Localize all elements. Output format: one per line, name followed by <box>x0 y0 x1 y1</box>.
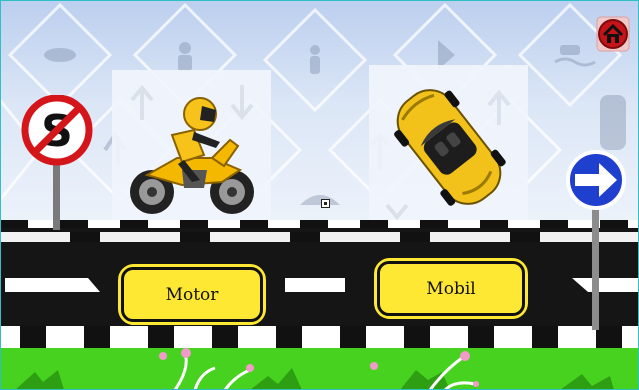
no-stopping-sign: S <box>20 94 98 230</box>
car-picture <box>385 89 511 221</box>
car-card[interactable] <box>369 65 528 228</box>
motorbike-picture <box>130 84 254 214</box>
mobil-choice-button[interactable]: Mobil <box>374 258 528 319</box>
game-scene: Motor Mobil <box>0 0 639 390</box>
grass-strip <box>0 348 639 390</box>
home-button[interactable] <box>596 16 630 52</box>
motor-label: Motor <box>121 267 263 322</box>
mobil-label: Mobil <box>377 261 525 316</box>
right-arrow-sign <box>555 150 637 330</box>
motor-choice-button[interactable]: Motor <box>118 264 266 325</box>
home-icon <box>596 16 630 52</box>
road <box>0 220 639 355</box>
motorbike-card[interactable] <box>112 70 271 228</box>
mouse-cursor <box>321 199 330 208</box>
